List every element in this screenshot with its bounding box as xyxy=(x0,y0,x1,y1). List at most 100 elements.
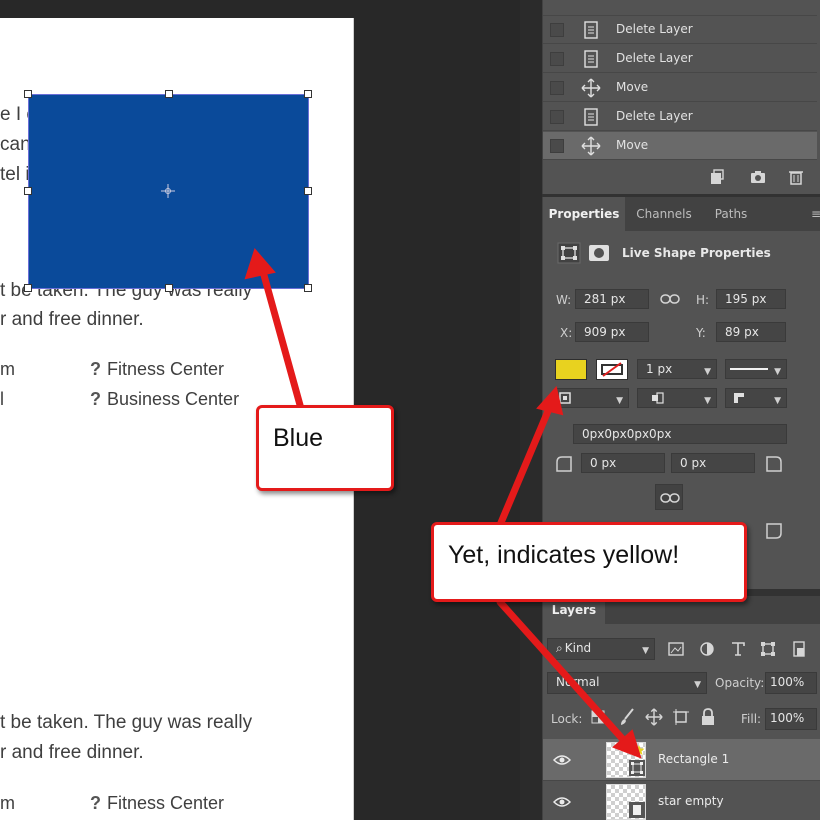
stroke-width-dropdown[interactable]: 1 px ▼ xyxy=(637,359,717,379)
rectangle-shape[interactable] xyxy=(24,90,312,292)
history-footer xyxy=(543,162,820,194)
corner-top-right-field[interactable]: 0 px xyxy=(671,453,755,473)
y-label: Y: xyxy=(696,326,706,340)
history-item[interactable]: Delete Layer xyxy=(543,45,817,73)
lock-icon[interactable] xyxy=(700,708,716,726)
stroke-width-value: 1 px xyxy=(646,362,673,376)
transform-handle[interactable] xyxy=(165,284,173,292)
panel-dock-strip xyxy=(520,0,542,820)
amenity-item: ? Business Center xyxy=(90,388,239,410)
blend-mode-dropdown[interactable]: Normal ▼ xyxy=(547,672,707,694)
snapshot-checkbox[interactable] xyxy=(550,81,564,95)
transform-handle[interactable] xyxy=(24,90,32,98)
history-label: Delete Layer xyxy=(616,109,693,123)
move-icon[interactable] xyxy=(645,708,663,726)
section-title: Live Shape Properties xyxy=(622,246,771,260)
amenity-left: l xyxy=(0,389,4,409)
transform-handle[interactable] xyxy=(304,187,312,195)
stroke-join-dropdown[interactable]: ▼ xyxy=(725,388,787,408)
amenity-label: Business Center xyxy=(107,389,240,409)
tab-channels[interactable]: Channels xyxy=(625,197,703,231)
height-label: H: xyxy=(696,293,710,307)
corner-bottom-right-icon xyxy=(766,523,782,539)
type-filter-icon[interactable] xyxy=(730,641,746,657)
corner-radius-all-field[interactable]: 0px0px0px0px xyxy=(573,424,787,444)
opacity-field[interactable]: 100% xyxy=(765,672,817,694)
transform-handle[interactable] xyxy=(24,284,32,292)
link-corners-button[interactable] xyxy=(655,484,683,510)
layer-name[interactable]: Rectangle 1 xyxy=(658,752,729,766)
panel-menu-icon[interactable]: ≡ xyxy=(811,197,820,231)
stroke-align-dropdown[interactable]: ▼ xyxy=(555,388,629,408)
amenity-item: ? Fitness Center xyxy=(90,358,224,380)
layer-row-selected[interactable]: Rectangle 1 xyxy=(543,739,820,781)
align-stroke-icon xyxy=(559,392,571,404)
history-item[interactable]: Move xyxy=(543,74,817,102)
artboard-lock-icon[interactable] xyxy=(672,708,690,726)
history-label: Delete Layer xyxy=(616,22,693,36)
eye-icon[interactable] xyxy=(553,753,571,767)
camera-icon[interactable] xyxy=(749,168,767,186)
mask-icon[interactable] xyxy=(588,243,610,263)
callout-text: Yet, indicates yellow! xyxy=(448,541,680,569)
eye-icon[interactable] xyxy=(553,795,571,809)
reference-point-icon[interactable] xyxy=(160,183,176,199)
blend-mode-value: Normal xyxy=(556,675,600,689)
solid-line-icon xyxy=(730,368,768,370)
transform-handle[interactable] xyxy=(165,90,173,98)
x-field[interactable]: 909 px xyxy=(575,322,649,342)
snapshot-checkbox[interactable] xyxy=(550,139,564,153)
history-item[interactable]: Delete Layer xyxy=(543,103,817,131)
snapshot-checkbox[interactable] xyxy=(550,110,564,124)
stroke-cap-dropdown[interactable]: ▼ xyxy=(637,388,717,408)
transform-handle[interactable] xyxy=(304,90,312,98)
corner-top-left-icon xyxy=(556,456,572,472)
chevron-down-icon: ▼ xyxy=(642,646,649,656)
lock-transparent-icon[interactable] xyxy=(591,710,605,724)
no-stroke-icon xyxy=(601,362,623,377)
shape-filter-icon[interactable] xyxy=(760,641,776,657)
tab-properties[interactable]: Properties xyxy=(543,197,625,231)
trash-icon[interactable] xyxy=(787,168,805,186)
transform-handle[interactable] xyxy=(24,187,32,195)
chevron-down-icon: ▼ xyxy=(694,680,701,690)
width-field[interactable]: 281 px xyxy=(575,289,649,309)
brush-icon[interactable] xyxy=(619,708,635,726)
chevron-down-icon: ▼ xyxy=(704,367,711,377)
history-row-partial[interactable] xyxy=(543,0,817,16)
adjustment-filter-icon[interactable] xyxy=(699,641,715,657)
y-field[interactable]: 89 px xyxy=(716,322,786,342)
x-label: X: xyxy=(560,326,573,340)
history-label: Delete Layer xyxy=(616,51,693,65)
doc-text-line: can xyxy=(0,134,31,155)
shape-icon xyxy=(557,242,581,264)
stroke-color-swatch[interactable] xyxy=(596,359,628,380)
layer-row[interactable]: star empty xyxy=(543,781,820,820)
fill-color-swatch[interactable] xyxy=(555,359,587,380)
history-item-selected[interactable]: Move xyxy=(543,132,817,160)
smart-object-filter-icon[interactable] xyxy=(791,641,807,657)
filter-kind-dropdown[interactable]: ⌕ Kind ▼ xyxy=(547,638,655,660)
tab-paths[interactable]: Paths xyxy=(703,197,759,231)
layer-name[interactable]: star empty xyxy=(658,794,724,808)
history-item[interactable]: Delete Layer xyxy=(543,16,817,44)
link-icon xyxy=(660,493,680,503)
snapshot-checkbox[interactable] xyxy=(550,23,564,37)
chevron-down-icon: ▼ xyxy=(774,367,781,377)
stroke-type-dropdown[interactable]: ▼ xyxy=(725,359,787,379)
pixel-filter-icon[interactable] xyxy=(668,641,684,657)
question-icon: ? xyxy=(90,359,101,379)
transform-handle[interactable] xyxy=(304,284,312,292)
callout-yellow: Yet, indicates yellow! xyxy=(431,522,747,602)
link-icon[interactable] xyxy=(660,292,680,306)
amenity-left: m xyxy=(0,359,15,379)
new-document-from-state-icon[interactable] xyxy=(708,168,726,186)
amenity-left: m xyxy=(0,793,15,813)
height-field[interactable]: 195 px xyxy=(716,289,786,309)
corner-top-left-field[interactable]: 0 px xyxy=(581,453,665,473)
corner-top-right-icon xyxy=(766,456,782,472)
question-icon: ? xyxy=(90,793,101,813)
snapshot-checkbox[interactable] xyxy=(550,52,564,66)
fill-field[interactable]: 100% xyxy=(765,708,817,730)
search-icon: ⌕ xyxy=(556,641,563,655)
